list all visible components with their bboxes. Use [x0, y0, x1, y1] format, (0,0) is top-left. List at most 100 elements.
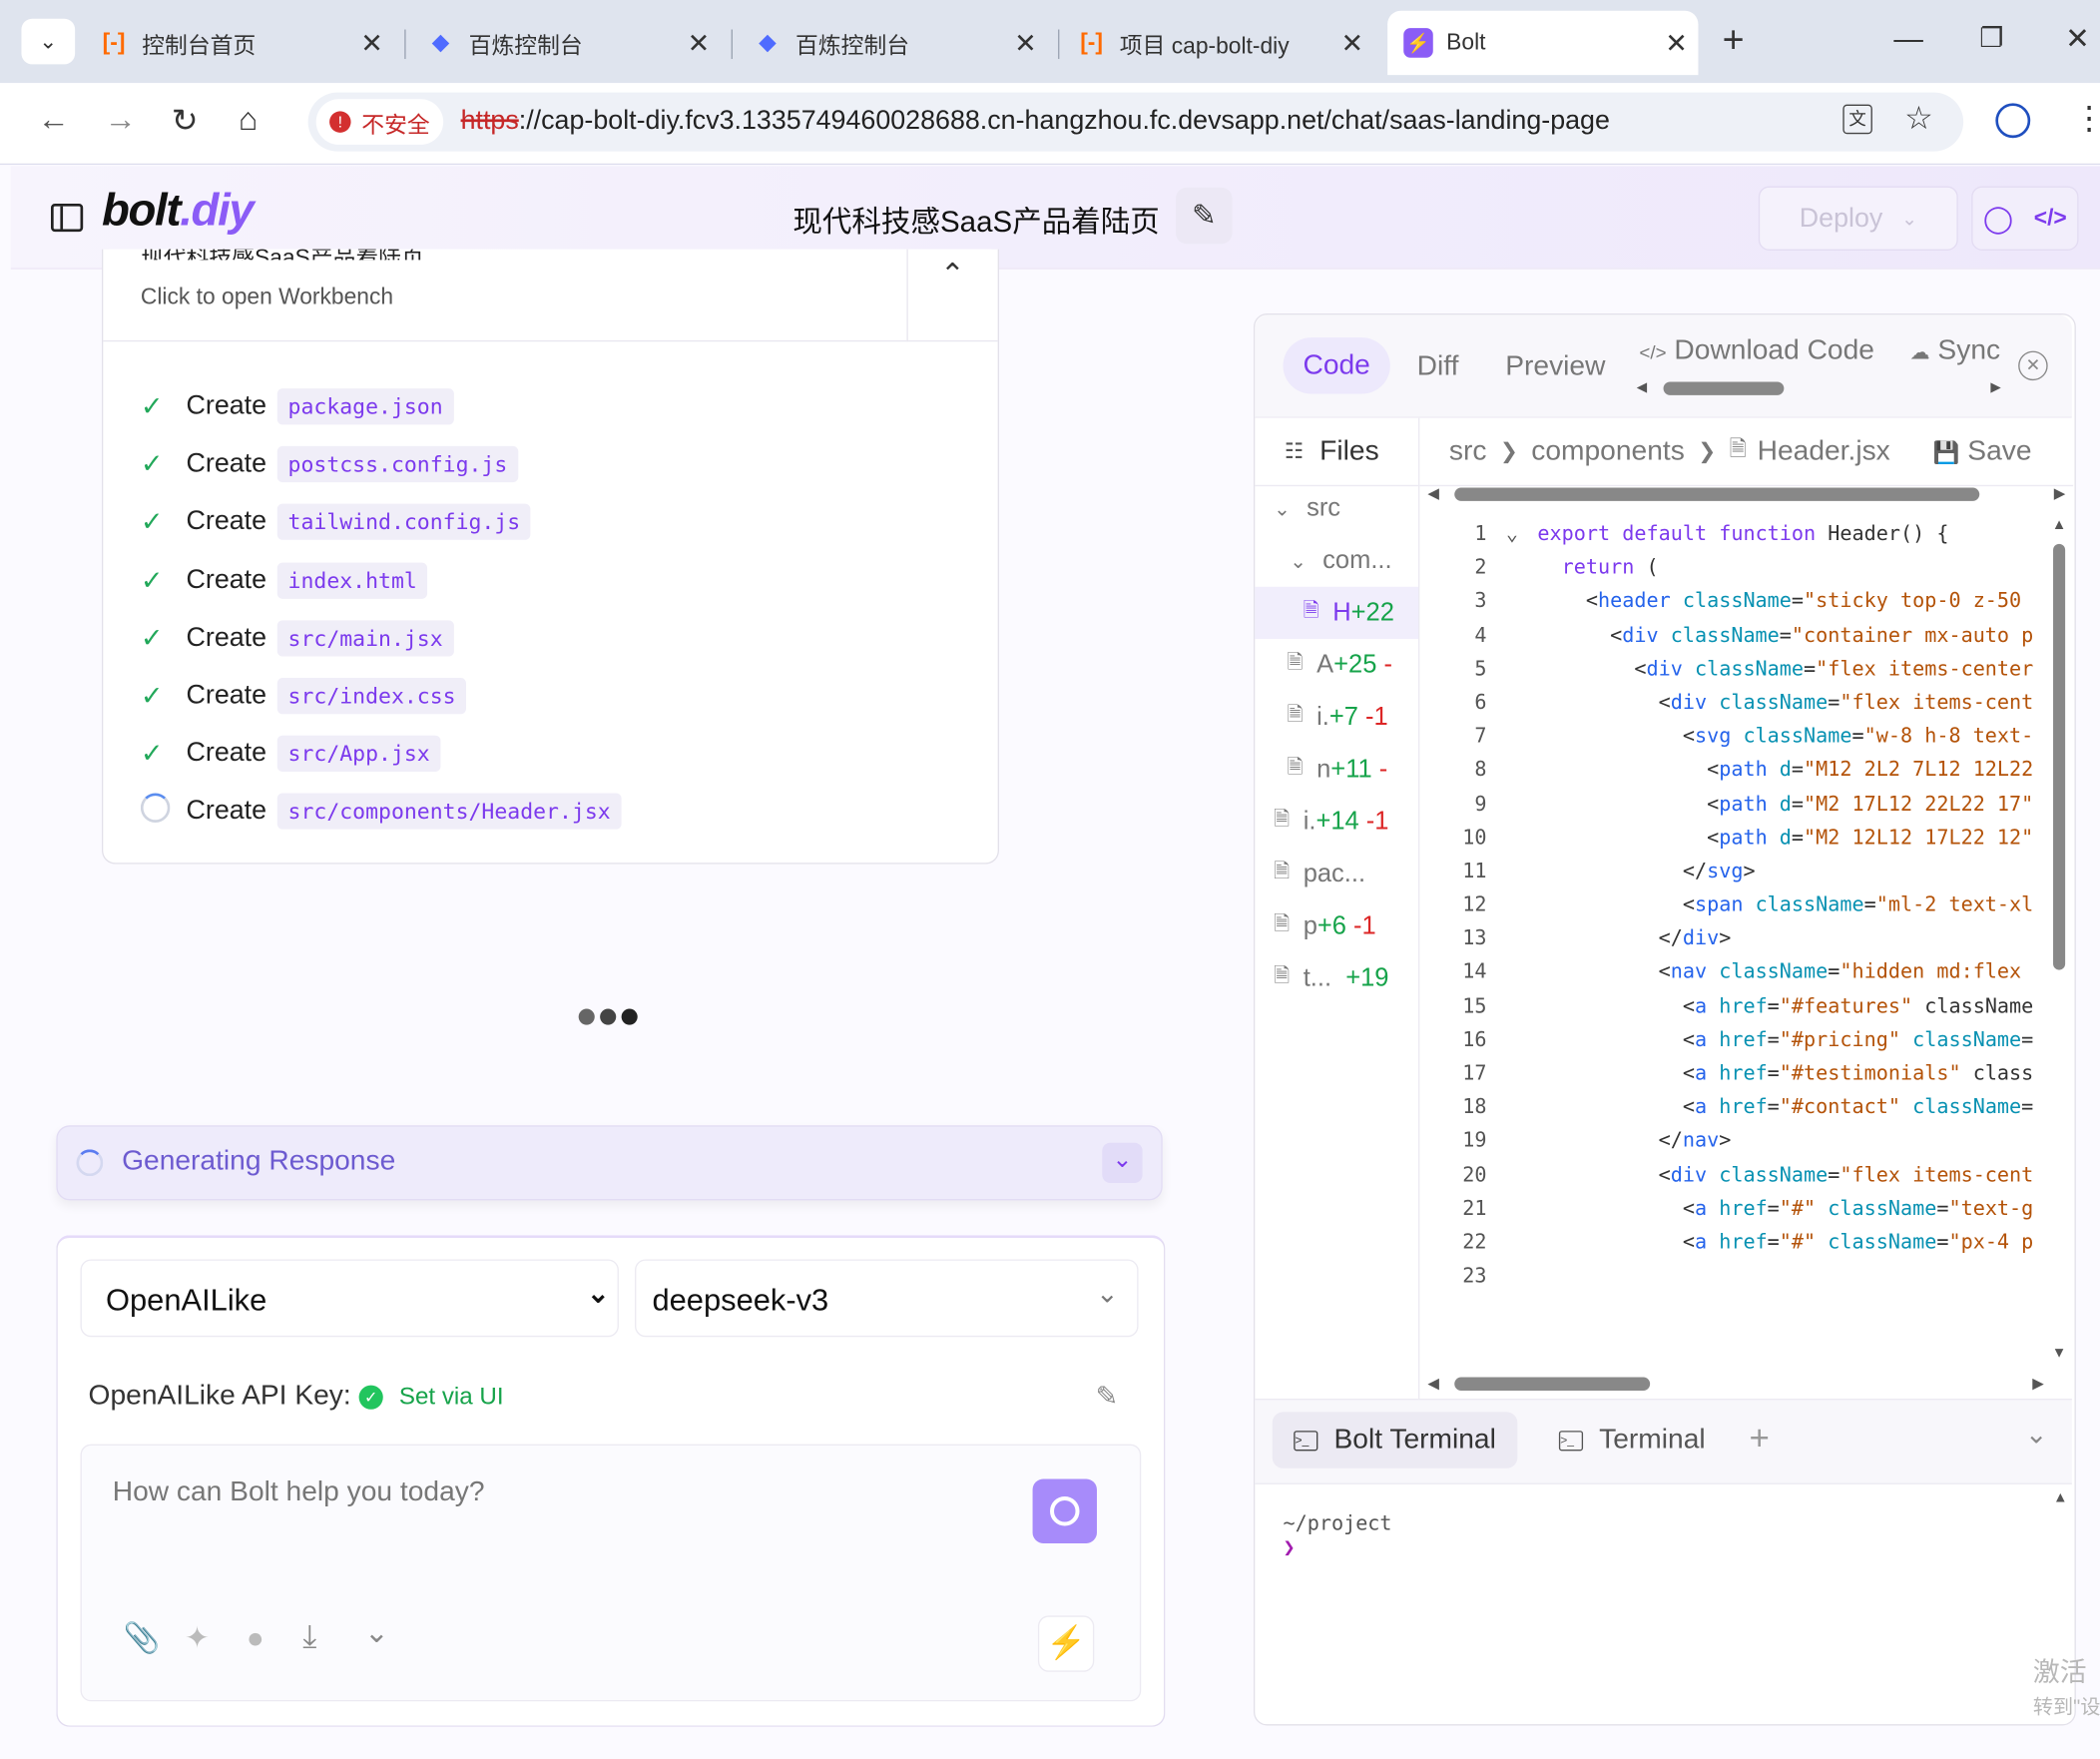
tree-folder[interactable]: ⌄ src — [1255, 482, 1418, 534]
chevron-down-icon[interactable]: ⌄ — [364, 1615, 389, 1650]
tree-folder[interactable]: ⌄ com... — [1255, 534, 1418, 586]
browser-tab[interactable]: ◆ 百炼控制台 ✕ — [740, 11, 1048, 75]
tree-label: p — [1303, 911, 1317, 940]
tab-title: 控制台首页 — [142, 32, 257, 59]
tree-file[interactable]: 🗎 n +11 - — [1255, 744, 1418, 796]
bolt-logo[interactable]: bolt.diy — [102, 185, 255, 237]
url-text[interactable]: https://cap-bolt-diy.fcv3.13357494600286… — [461, 106, 1610, 137]
terminal-scroll-up-icon[interactable]: ▲ — [2053, 1489, 2068, 1505]
close-icon[interactable]: ✕ — [360, 27, 382, 61]
tree-file[interactable]: 🗎 i. +7 -1 — [1255, 691, 1418, 743]
close-icon[interactable]: ✕ — [1014, 27, 1036, 61]
tree-file[interactable]: 🗎 p +6 -1 — [1255, 900, 1418, 952]
insecure-badge[interactable]: ! 不安全 — [315, 99, 444, 145]
microphone-icon[interactable]: ● — [247, 1621, 264, 1656]
browser-tab[interactable]: ◆ 百炼控制台 ✕ — [412, 11, 721, 75]
close-icon[interactable]: ✕ — [1340, 27, 1362, 61]
browser-tab-active[interactable]: ⚡ Bolt ✕ — [1387, 10, 1699, 76]
action-item: ✓ Create src/main.jsx — [141, 609, 622, 667]
translate-icon[interactable]: 文 — [1842, 104, 1872, 135]
breadcrumb-item[interactable]: components — [1531, 435, 1685, 467]
line-number: 14 — [1462, 959, 1487, 984]
check-icon: ✓ — [140, 682, 164, 712]
download-code-button[interactable]: </> Download Code — [1639, 334, 1874, 366]
edit-api-key-icon[interactable]: ✎ — [1096, 1380, 1118, 1414]
tree-file[interactable]: 🗎 A +25 - — [1255, 639, 1418, 691]
edit-title-button[interactable]: ✎ — [1176, 187, 1233, 245]
forward-arrow-icon[interactable]: → — [105, 102, 137, 140]
deploy-button[interactable]: Deploy ⌄ — [1758, 186, 1958, 251]
profile-icon[interactable] — [1995, 103, 2031, 139]
reload-icon[interactable]: ↻ — [172, 102, 199, 141]
back-arrow-icon[interactable]: ← — [38, 102, 70, 140]
breadcrumb-item[interactable]: Header.jsx — [1758, 435, 1890, 467]
attach-icon[interactable]: 📎 — [123, 1621, 160, 1656]
bailian-icon: ◆ — [759, 29, 777, 56]
tree-file-active[interactable]: 🗎 H +22 — [1255, 586, 1419, 640]
download-label: Download Code — [1674, 334, 1874, 366]
close-workbench-icon[interactable]: ✕ — [2018, 350, 2048, 381]
tab-bolt-terminal[interactable]: >_ Bolt Terminal — [1272, 1412, 1518, 1468]
artifact-collapse-button[interactable]: ⌃ — [906, 249, 998, 342]
tab-search-button[interactable]: ⌄ — [21, 18, 76, 65]
artifact-header[interactable]: 现代科技感SaaS产品着陆页 Click to open Workbench — [103, 250, 907, 342]
progress-panel[interactable]: Generating Response ⌄ — [56, 1125, 1163, 1201]
more-menu-icon[interactable]: ⋮ — [2073, 99, 2100, 138]
chat-icon[interactable]: ◯ — [1983, 202, 2013, 236]
file-icon: 🗎 — [1274, 911, 1291, 935]
tab-terminal[interactable]: >_ Terminal — [1558, 1412, 1706, 1467]
code-vertical-scrollbar[interactable]: ▲ ▼ — [2049, 517, 2068, 1361]
sparkle-icon[interactable]: ✦ — [185, 1621, 210, 1656]
save-button[interactable]: 💾 Save — [1933, 435, 2032, 467]
code-text: <a href="#contact" className= — [1537, 1094, 2034, 1119]
minimize-icon[interactable]: — — [1893, 21, 1923, 56]
add-terminal-button[interactable]: + — [1749, 1418, 1769, 1460]
restore-icon[interactable]: ❐ — [1979, 21, 2003, 55]
browser-tab[interactable]: [-] 项目 cap-bolt-diy ✕ — [1063, 11, 1373, 75]
download-icon[interactable]: ⤓ — [302, 1618, 316, 1656]
code-icon: </> — [1639, 341, 1667, 363]
action-verb: Create — [186, 622, 267, 653]
watermark-line: 转到"设 — [2032, 1695, 2100, 1719]
action-item: ✓ Create index.html — [141, 551, 622, 609]
tree-file[interactable]: 🗎 t... +19 — [1255, 952, 1418, 1004]
api-key-status-text: Set via UI — [398, 1382, 504, 1410]
fold-chevron-icon[interactable]: ⌄ — [1486, 517, 1537, 551]
header-scrollbar[interactable]: ◀ ▶ — [1637, 380, 2001, 396]
prompt-textarea[interactable]: How can Bolt help you today? — [113, 1476, 997, 1557]
tab-code[interactable]: Code — [1283, 337, 1390, 394]
close-icon[interactable]: ✕ — [688, 27, 710, 61]
line-number: 10 — [1462, 825, 1487, 850]
check-icon: ✓ — [140, 624, 164, 654]
tab-preview[interactable]: Preview — [1505, 351, 1605, 383]
home-icon[interactable]: ⌂ — [239, 102, 258, 140]
tab-diff[interactable]: Diff — [1417, 351, 1459, 383]
action-file: src/main.jsx — [276, 620, 454, 657]
action-file: src/index.css — [276, 678, 467, 715]
model-select[interactable]: deepseek-v3 ⌄ — [635, 1259, 1139, 1338]
terminal-output[interactable]: ~/project ❯ — [1283, 1511, 1391, 1559]
browser-tab[interactable]: [-] 控制台首页 ✕ — [83, 11, 393, 75]
terminal-collapse-icon[interactable]: ⌄ — [2025, 1418, 2047, 1452]
enhance-prompt-button[interactable] — [1032, 1478, 1097, 1543]
code-horizontal-scrollbar[interactable]: ◀ ▶ — [1427, 1375, 2043, 1394]
new-tab-button[interactable]: + — [1723, 19, 1745, 62]
breadcrumb-item[interactable]: src — [1449, 435, 1487, 467]
send-button[interactable]: ⚡ — [1037, 1615, 1095, 1672]
sidebar-toggle-icon[interactable] — [50, 203, 84, 233]
star-icon[interactable]: ☆ — [1904, 99, 1933, 138]
close-icon[interactable]: ✕ — [1665, 27, 1687, 61]
terminal-icon: >_ — [1558, 1430, 1584, 1451]
code-text: <a href="#" className="text-g — [1537, 1196, 2034, 1221]
progress-toggle-button[interactable]: ⌄ — [1102, 1142, 1143, 1183]
action-file: src/components/Header.jsx — [276, 793, 622, 831]
code-scrollbar-top[interactable]: ◀ ▶ — [1427, 485, 2065, 504]
provider-select[interactable]: OpenAILike ⌄ — [80, 1259, 619, 1338]
sync-button[interactable]: ☁ Sync — [1909, 334, 2006, 366]
tree-file[interactable]: 🗎 pac... — [1255, 848, 1418, 899]
code-editor[interactable]: 1 ⌄ export default function Header() {2 re… — [1430, 517, 2046, 1321]
code-text: <path d="M2 12L12 17L22 12" — [1537, 825, 2034, 850]
tree-file[interactable]: 🗎 i. +14 -1 — [1255, 796, 1418, 848]
code-icon[interactable]: </> — [2034, 205, 2067, 232]
window-close-icon[interactable]: ✕ — [2065, 21, 2090, 56]
